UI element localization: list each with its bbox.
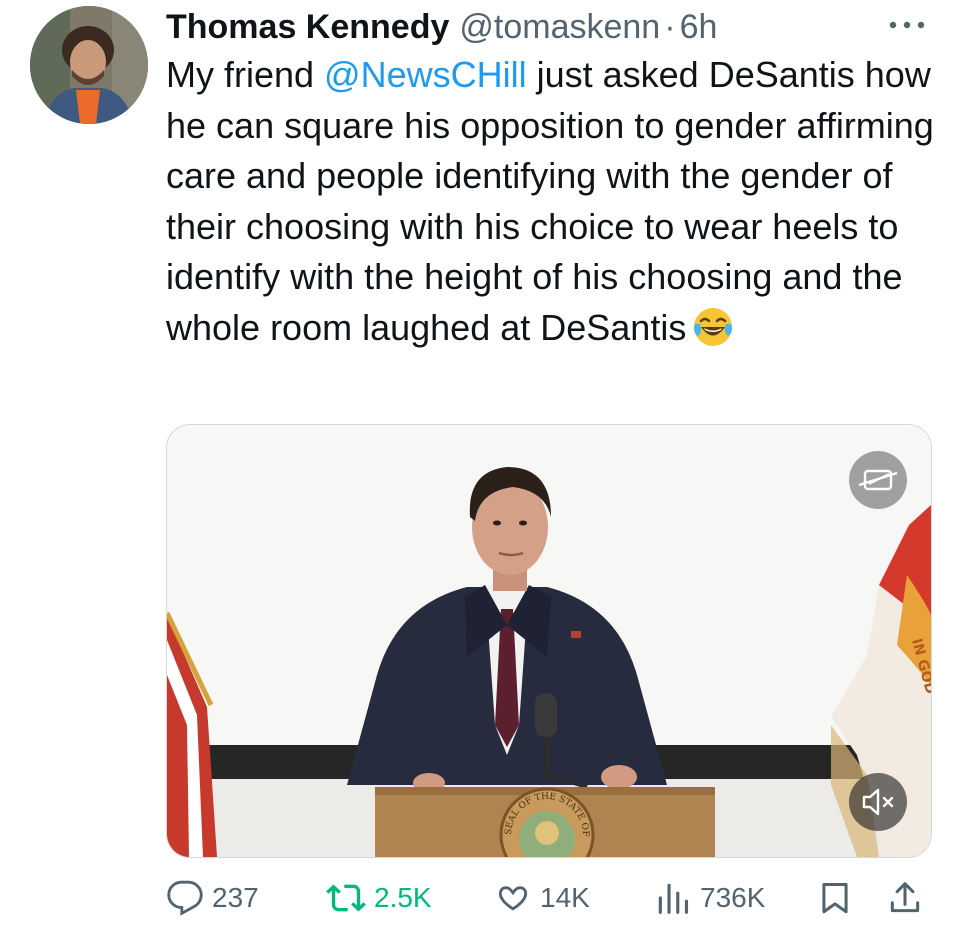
like-icon [498,886,528,911]
tweet-text-intro: My friend [166,54,325,95]
views-count: 736K [700,882,766,913]
mention-link[interactable]: @NewsCHill [324,54,527,95]
header-separator: · [664,7,676,46]
mute-button[interactable] [849,773,907,831]
bookmark-button[interactable] [816,870,854,926]
tweet-text-body: just asked DeSantis how he can square hi… [166,54,934,348]
captions-button[interactable] [849,451,907,509]
author-display-name[interactable]: Thomas Kennedy [166,8,449,47]
views-icon [658,883,689,914]
views-button[interactable]: 736K [654,870,765,926]
reply-button[interactable]: 237 [166,870,259,926]
retweet-count: 2.5K [374,882,432,913]
more-icon [889,21,925,29]
tweet-video[interactable]: IN GOD SEAL OF THE STATE OF [166,424,932,858]
author-handle[interactable]: @tomaskenn [459,8,660,47]
retweet-button[interactable]: 2.5K [326,870,432,926]
avatar[interactable] [30,6,148,124]
more-button[interactable] [884,10,930,40]
like-button[interactable]: 14K [494,870,590,926]
mute-icon [862,788,894,816]
share-icon [890,882,920,913]
bookmark-icon [822,883,848,914]
tweet-timestamp[interactable]: 6h [680,8,718,47]
like-count: 14K [540,882,590,913]
retweet-icon [326,884,366,912]
face-with-tears-of-joy-icon [692,306,734,348]
tweet-text: My friend @NewsCHill just asked DeSantis… [166,50,936,353]
captions-icon [858,469,898,491]
avatar-image [30,6,148,124]
reply-count: 237 [212,882,259,913]
tweet-action-bar: 237 2.5K 14K 736K [166,870,936,926]
tweet-header: Thomas Kennedy @tomaskenn · 6h [166,2,717,52]
share-button[interactable] [886,870,924,926]
reply-icon [167,880,203,916]
video-frame: IN GOD SEAL OF THE STATE OF [167,425,931,857]
